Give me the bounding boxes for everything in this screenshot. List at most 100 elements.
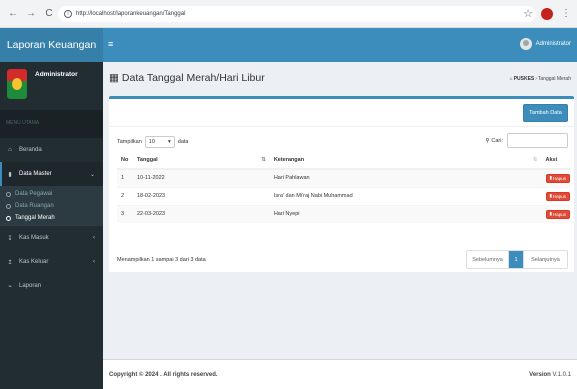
- sidebar-item-label: Kas Masuk: [19, 235, 49, 241]
- site-info-icon[interactable]: i: [64, 10, 72, 18]
- home-icon: ⌂: [8, 147, 12, 153]
- page-length-value: 10: [148, 139, 155, 145]
- copyright-text: Copyright © 2024 . All rights reserved.: [109, 372, 218, 378]
- pagination-prev[interactable]: Sebelumnya: [467, 251, 509, 268]
- cell-tanggal: 10-11-2022: [132, 168, 270, 187]
- cell-keterangan: Hari Pahlawan: [269, 168, 542, 187]
- pagination-page-1[interactable]: 1: [509, 251, 523, 268]
- download-icon: ↧: [7, 235, 13, 242]
- cell-no: 1: [117, 168, 133, 187]
- cell-keterangan: Isra' dan Mi'raj Nabi Muhammad: [269, 186, 542, 205]
- pagination-next[interactable]: Selanjutnya: [523, 251, 567, 268]
- cell-no: 3: [117, 204, 133, 223]
- holidays-table: No Tanggal ⇅ Keterangan ⇅ Aksi 1 10-11-2…: [117, 152, 570, 223]
- sidebar: Administrator MENU UTAMA ⌂ Beranda ▮ Dat…: [0, 62, 103, 389]
- sidebar-subitem-label: Data Pegawai: [15, 191, 53, 197]
- reload-icon[interactable]: C: [42, 7, 56, 21]
- cell-no: 2: [117, 186, 133, 205]
- sort-icon: ⇅: [261, 157, 266, 163]
- delete-button[interactable]: ▮ Hapus: [545, 173, 570, 183]
- table-info: Menampilkan 1 sampai 3 dari 3 data: [117, 257, 206, 263]
- delete-button-label: Hapus: [552, 193, 566, 199]
- browser-menu-icon[interactable]: ⋮: [561, 8, 571, 20]
- table-length-control: Tampilkan 10 ▾ data: [117, 136, 188, 148]
- column-header-tanggal[interactable]: Tanggal ⇅: [132, 152, 270, 170]
- circle-icon: [6, 191, 11, 197]
- sidebar-item-label: Kas Keluar: [19, 259, 49, 265]
- circle-icon: [6, 203, 11, 209]
- column-header-keterangan[interactable]: Keterangan ⇅: [269, 152, 542, 170]
- url-text: http://localhost/laporankeuangan/Tanggal: [76, 11, 186, 17]
- sidebar-item-data-master[interactable]: ▮ Data Master ⌄: [0, 162, 103, 186]
- add-data-button[interactable]: Tambah Data: [523, 104, 568, 122]
- app-logo[interactable]: Laporan Keuangan: [0, 28, 103, 62]
- delete-button[interactable]: ▮ Hapus: [545, 191, 570, 201]
- sidebar-item-kas-masuk[interactable]: ↧ Kas Masuk ‹: [0, 226, 103, 250]
- sidebar-subitem-data-pegawai[interactable]: Data Pegawai: [0, 188, 103, 200]
- sidebar-menu-header: MENU UTAMA: [0, 110, 103, 138]
- sidebar-subitem-label: Tanggal Merah: [15, 215, 55, 221]
- table-row: 2 18-02-2023 Isra' dan Mi'raj Nabi Muham…: [117, 186, 570, 205]
- avatar: [519, 38, 532, 50]
- sidebar-item-laporan[interactable]: ⌁ Laporan: [0, 274, 103, 298]
- table-row: 1 10-11-2022 Hari Pahlawan ▮ Hapus: [117, 168, 570, 187]
- page-title: Data Tanggal Merah/Hari Libur: [121, 72, 265, 84]
- cell-keterangan: Hari Nyepi: [269, 204, 542, 223]
- content-wrapper: ▦ Data Tanggal Merah/Hari Libur ⌂ PUSKES…: [103, 62, 577, 359]
- extension-icon[interactable]: [541, 8, 553, 20]
- file-icon: ▮: [8, 171, 12, 178]
- sidebar-toggle-icon[interactable]: ≡: [108, 39, 113, 49]
- user-panel: Administrator: [0, 62, 103, 110]
- breadcrumb: ⌂ PUSKES › Tanggal Merah: [510, 76, 571, 82]
- chart-icon: ⌁: [8, 283, 12, 290]
- sidebar-subitem-tanggal-merah[interactable]: Tanggal Merah: [0, 212, 103, 224]
- page-length-select[interactable]: 10 ▾: [144, 136, 175, 148]
- trash-icon: ▮: [549, 175, 552, 181]
- breadcrumb-current: Tanggal Merah: [537, 76, 571, 82]
- forward-icon[interactable]: →: [24, 7, 38, 21]
- search-label: ⚲ Cari:: [485, 138, 503, 144]
- column-header-label: Tanggal: [136, 157, 158, 163]
- trash-icon: ▮: [549, 193, 552, 198]
- box-divider: [109, 126, 574, 127]
- sidebar-item-label: Beranda: [19, 147, 42, 153]
- delete-button-label: Hapus: [552, 211, 566, 217]
- table-header-row: No Tanggal ⇅ Keterangan ⇅ Aksi: [117, 152, 570, 170]
- pagination: Sebelumnya 1 Selanjutnya: [466, 250, 568, 269]
- circle-icon: [6, 215, 11, 221]
- user-menu-label: Administrator: [535, 41, 571, 47]
- cell-aksi: ▮ Hapus: [541, 204, 570, 223]
- bookmark-star-icon[interactable]: ☆: [523, 7, 533, 21]
- upload-icon: ↥: [7, 259, 13, 266]
- home-icon: ⌂: [509, 76, 513, 82]
- chevron-down-icon: ▾: [168, 139, 171, 145]
- data-box: Tambah Data Tampilkan 10 ▾ data ⚲ Cari: …: [109, 96, 574, 272]
- cell-aksi: ▮ Hapus: [541, 168, 570, 187]
- length-label-pre: Tampilkan: [117, 139, 142, 145]
- content-header: ▦ Data Tanggal Merah/Hari Libur: [109, 72, 265, 84]
- cell-tanggal: 22-03-2023: [132, 204, 270, 223]
- breadcrumb-home[interactable]: PUSKES: [514, 76, 535, 82]
- sidebar-subitem-data-ruangan[interactable]: Data Ruangan: [0, 200, 103, 212]
- address-bar[interactable]: i http://localhost/laporankeuangan/Tangg…: [58, 6, 536, 22]
- back-icon[interactable]: ←: [6, 7, 20, 21]
- top-navbar: Laporan Keuangan ≡ Administrator: [0, 28, 577, 62]
- sidebar-item-label: Laporan: [19, 283, 42, 289]
- chevron-down-icon: ⌄: [89, 171, 95, 178]
- sidebar-item-kas-keluar[interactable]: ↥ Kas Keluar ‹: [0, 250, 103, 274]
- delete-button[interactable]: ▮ Hapus: [545, 209, 570, 219]
- sidebar-item-beranda[interactable]: ⌂ Beranda: [0, 138, 103, 162]
- sidebar-subitem-label: Data Ruangan: [15, 203, 54, 209]
- delete-button-label: Hapus: [552, 175, 566, 181]
- search-input[interactable]: [507, 133, 568, 148]
- search-label-text: Cari:: [491, 137, 503, 144]
- calendar-icon: ▦: [109, 72, 119, 84]
- user-menu[interactable]: Administrator: [519, 38, 571, 50]
- version-value: V.1.0.1: [552, 372, 571, 378]
- table-search-control: ⚲ Cari:: [485, 133, 568, 148]
- chevron-left-icon: ‹: [93, 259, 95, 265]
- column-header-label: Keterangan: [273, 157, 305, 163]
- organization-logo: [7, 69, 27, 99]
- sort-icon: ⇅: [532, 157, 538, 163]
- column-header-no[interactable]: No: [117, 152, 133, 170]
